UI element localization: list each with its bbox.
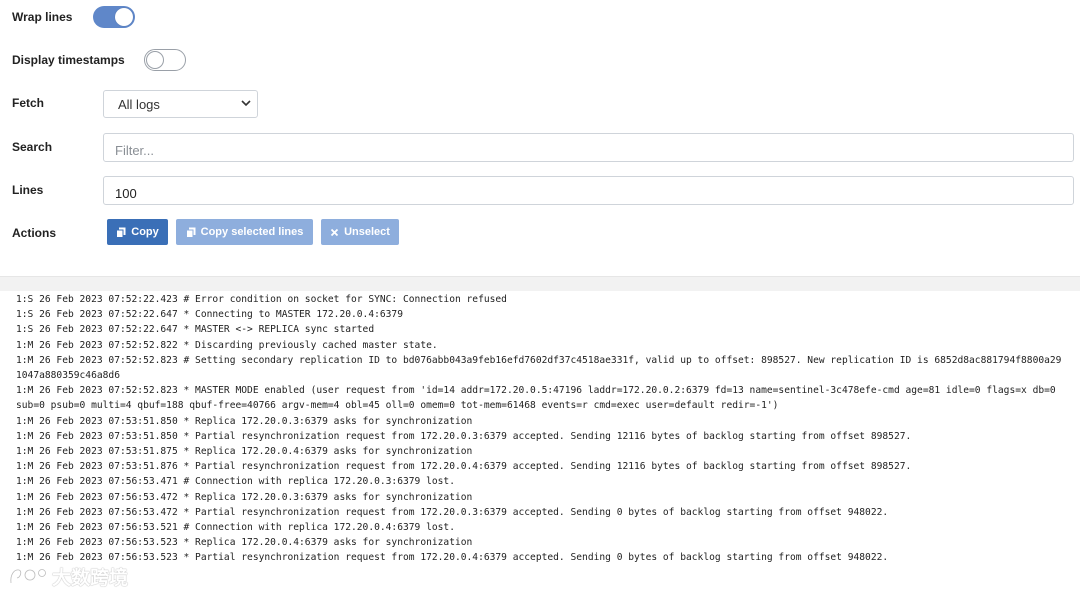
log-line[interactable]: 1:M 26 Feb 2023 07:53:51.876 * Partial r…: [16, 459, 1066, 474]
toggle-knob: [146, 51, 164, 69]
log-line[interactable]: 1:S 26 Feb 2023 07:52:22.647 * MASTER <-…: [16, 322, 1066, 337]
log-line[interactable]: 1:M 26 Feb 2023 07:56:53.472 * Partial r…: [16, 505, 1066, 520]
watermark-text: 大数跨境: [52, 566, 129, 589]
close-icon: [330, 228, 339, 236]
wrap-lines-toggle[interactable]: [93, 6, 135, 28]
copy-icon: [185, 227, 196, 238]
log-output[interactable]: 1:S 26 Feb 2023 07:52:22.423 # Error con…: [0, 291, 1080, 596]
watermark: 大数跨境: [8, 563, 128, 589]
search-label: Search: [12, 140, 53, 154]
watermark-logo-icon: [9, 568, 47, 584]
lines-label: Lines: [12, 183, 44, 197]
log-line[interactable]: 1:M 26 Feb 2023 07:52:52.823 # Setting s…: [16, 353, 1066, 383]
toggle-knob: [115, 8, 133, 26]
log-line[interactable]: 1:M 26 Feb 2023 07:56:53.471 # Connectio…: [16, 474, 1066, 489]
log-line[interactable]: 1:M 26 Feb 2023 07:56:53.523 * Partial r…: [16, 550, 1066, 565]
display-timestamps-toggle[interactable]: [144, 49, 186, 71]
log-line[interactable]: 1:S 26 Feb 2023 07:52:22.423 # Error con…: [16, 292, 1066, 307]
section-divider: [0, 276, 1080, 292]
log-line[interactable]: 1:M 26 Feb 2023 07:52:52.822 * Discardin…: [16, 338, 1066, 353]
chevron-down-icon: [241, 100, 251, 107]
log-line[interactable]: 1:M 26 Feb 2023 07:56:53.523 * Replica 1…: [16, 535, 1066, 550]
lines-input[interactable]: [103, 176, 1074, 205]
wrap-lines-label: Wrap lines: [12, 10, 73, 24]
unselect-button-label: Unselect: [344, 226, 390, 238]
fetch-select-value: All logs: [118, 97, 160, 112]
copy-icon: [116, 227, 126, 238]
search-input[interactable]: [103, 133, 1074, 162]
log-line[interactable]: 1:M 26 Feb 2023 07:53:51.850 * Partial r…: [16, 429, 1066, 444]
unselect-button[interactable]: Unselect: [321, 219, 399, 245]
copy-button[interactable]: Copy: [107, 219, 168, 245]
fetch-select[interactable]: All logs: [103, 90, 258, 118]
log-line[interactable]: 1:M 26 Feb 2023 07:56:53.472 * Replica 1…: [16, 490, 1066, 505]
fetch-label: Fetch: [12, 96, 45, 110]
log-line[interactable]: 1:S 26 Feb 2023 07:52:22.647 * Connectin…: [16, 307, 1066, 322]
log-line[interactable]: 1:M 26 Feb 2023 07:56:53.521 # Connectio…: [16, 520, 1066, 535]
copy-selected-lines-button[interactable]: Copy selected lines: [176, 219, 313, 245]
log-line[interactable]: 1:M 26 Feb 2023 07:52:52.823 * MASTER MO…: [16, 383, 1066, 413]
copy-button-label: Copy: [131, 226, 159, 238]
display-timestamps-label: Display timestamps: [12, 53, 125, 67]
log-line[interactable]: 1:M 26 Feb 2023 07:53:51.850 * Replica 1…: [16, 414, 1066, 429]
copy-selected-lines-label: Copy selected lines: [200, 226, 304, 238]
log-line[interactable]: 1:M 26 Feb 2023 07:53:51.875 * Replica 1…: [16, 444, 1066, 459]
actions-label: Actions: [12, 226, 57, 240]
